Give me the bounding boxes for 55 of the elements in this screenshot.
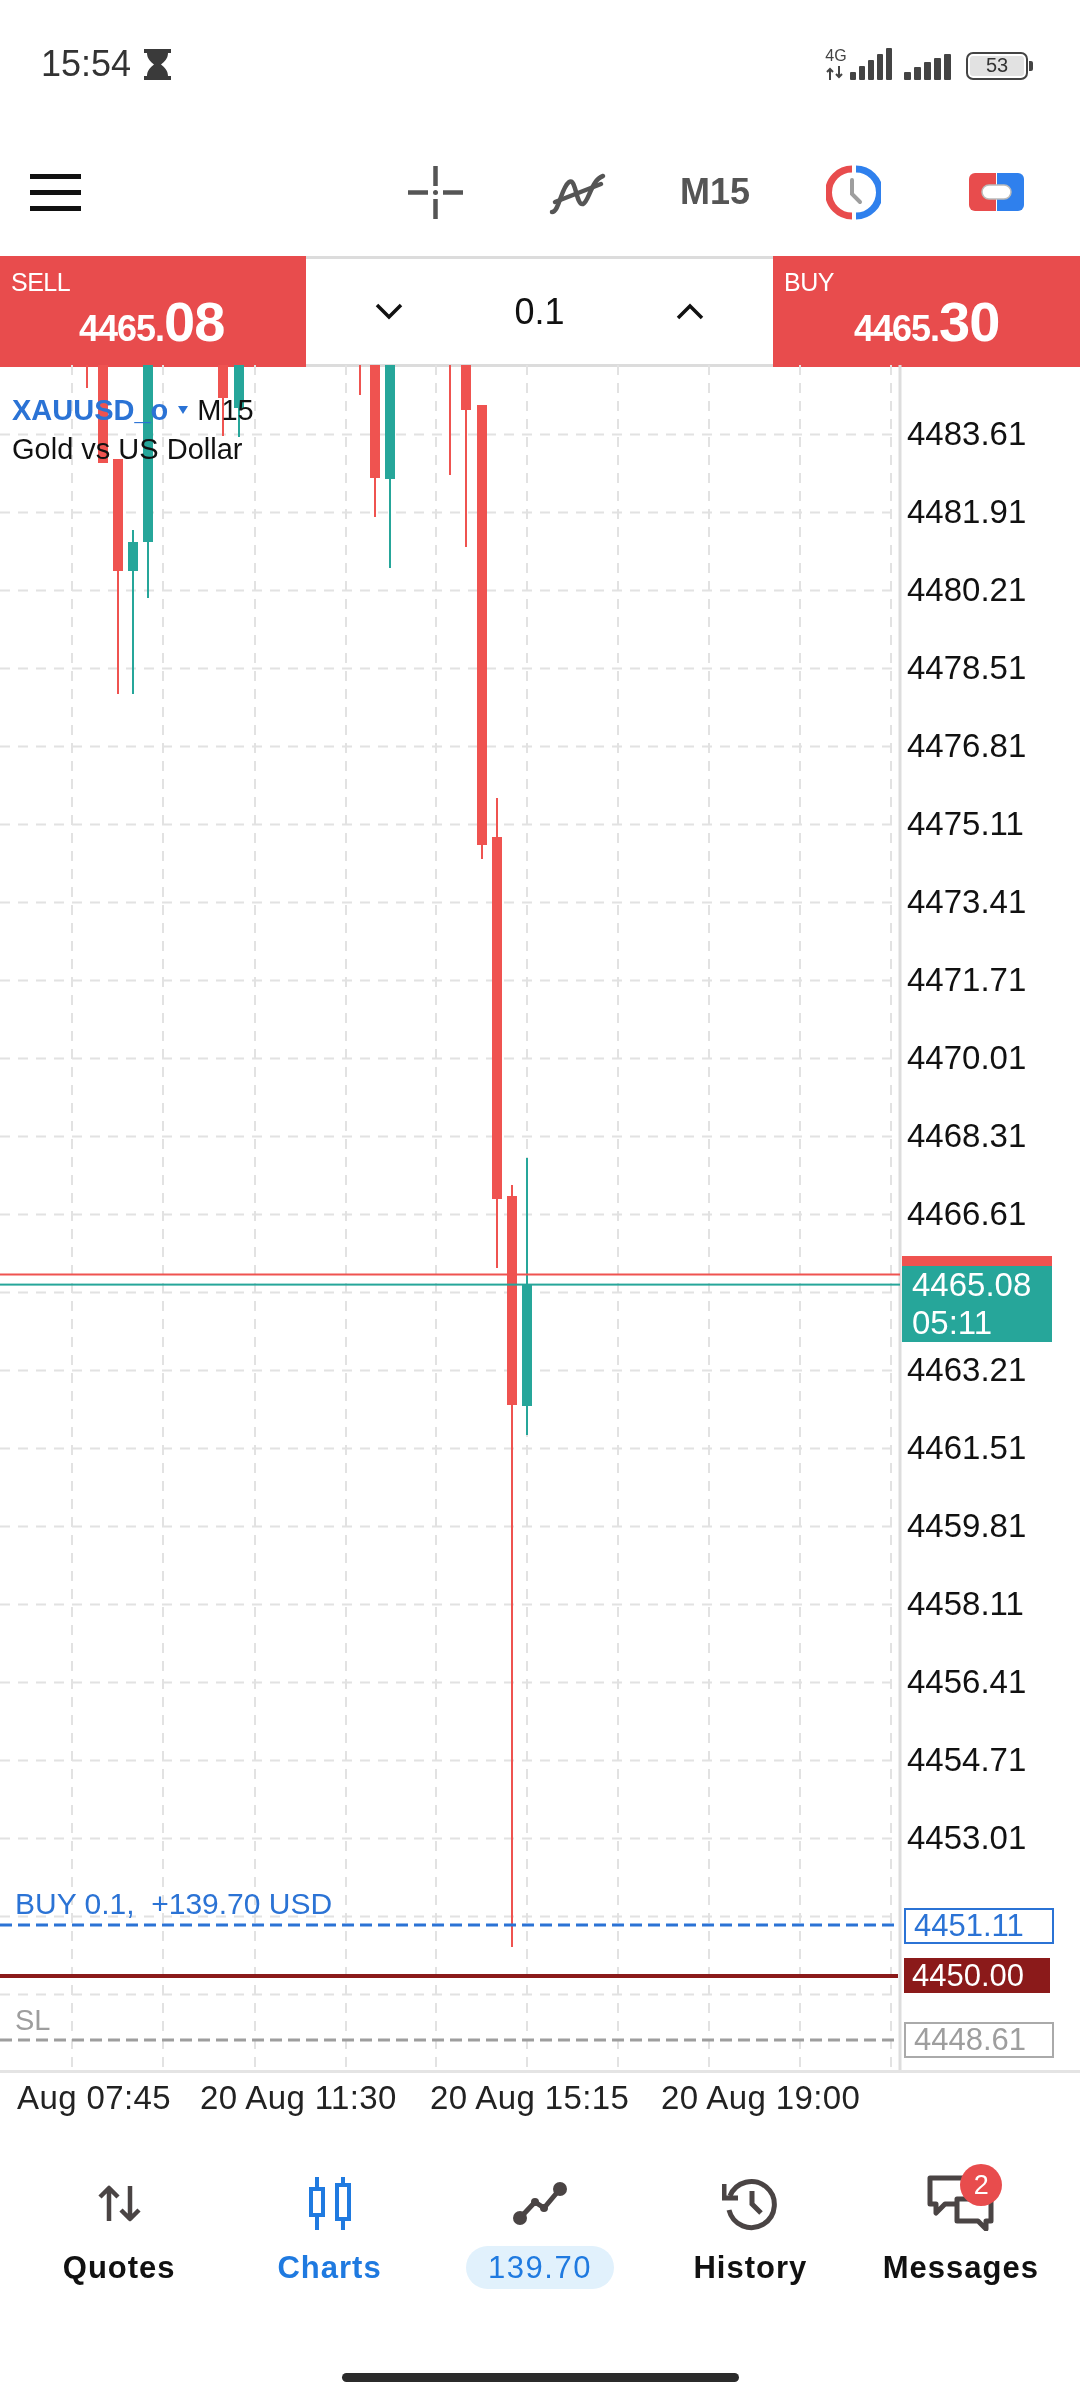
crosshair-icon[interactable] — [408, 165, 463, 219]
volume-field[interactable]: 0.1 — [514, 290, 565, 333]
caret-icon[interactable] — [178, 406, 189, 414]
price-axis-label: 4454.71 — [907, 1741, 1027, 1780]
nav-tab[interactable]: 2 Messages — [855, 2125, 1066, 2320]
time-axis-label: Aug 07:45 — [17, 2078, 172, 2118]
timeframe-button[interactable]: M15 — [680, 167, 751, 217]
current-price: 4465.08 — [912, 1266, 1033, 1304]
chevron-down-icon[interactable] — [375, 303, 403, 320]
nav-tab[interactable]: History — [645, 2125, 856, 2320]
time-axis-label: 20 Aug 11:30 — [200, 2078, 397, 2118]
position-label: BUY 0.1, +139.70 USD — [15, 1886, 333, 1922]
price-axis-label: 4461.51 — [907, 1429, 1027, 1468]
price-axis-label: 4473.41 — [907, 883, 1027, 922]
price-axis-label: 4483.61 — [907, 415, 1027, 454]
time-axis-label: 20 Aug 15:15 — [430, 2078, 630, 2118]
status-time: 15:54 — [41, 44, 132, 84]
chevron-up-icon[interactable] — [676, 303, 704, 320]
toggle-icon[interactable] — [969, 173, 1025, 211]
up-down-arrows-icon — [96, 2183, 142, 2223]
clock-icon[interactable] — [826, 164, 882, 220]
price-axis-label: 4470.01 — [907, 1039, 1027, 1078]
nav-tab[interactable]: 139.70 — [434, 2125, 646, 2320]
price-axis-label: 4471.71 — [907, 961, 1027, 1000]
menu-icon[interactable] — [30, 173, 81, 211]
signal-icon — [904, 54, 952, 80]
position-price-label: 4451.11 — [904, 1908, 1054, 1944]
price-axis-label: 4480.21 — [907, 571, 1027, 610]
price-axis-label: 4463.21 — [907, 1351, 1027, 1390]
price-axis-label: 4475.11 — [907, 805, 1024, 844]
price-axis-label: 4459.81 — [907, 1507, 1027, 1546]
price-axis-label: 4468.31 — [907, 1117, 1027, 1156]
candlestick-icon — [307, 2176, 352, 2230]
nav-tab[interactable]: Charts — [224, 2125, 435, 2320]
signal-icon — [850, 48, 892, 80]
nav-tab[interactable]: Quotes — [14, 2125, 225, 2320]
network-type: 4G — [825, 48, 847, 64]
price-axis-label: 4466.61 — [907, 1195, 1027, 1234]
buy-button[interactable]: BUY 4465.30 — [773, 256, 1080, 367]
bar-countdown: 05:11 — [912, 1304, 994, 1342]
price-axis-label: 4476.81 — [907, 727, 1027, 766]
hourglass-icon — [143, 48, 173, 80]
price-axis-label: 4481.91 — [907, 493, 1027, 532]
trend-line-icon — [513, 2181, 567, 2225]
stop-loss-price-label: 4448.61 — [904, 2022, 1054, 2058]
unread-count: 2 — [960, 2164, 1003, 2206]
price-axis-label: 4478.51 — [907, 649, 1027, 688]
time-axis-label: 20 Aug 19:00 — [661, 2078, 861, 2118]
price-level-label: 4450.00 — [904, 1958, 1050, 1993]
stop-loss-label: SL — [15, 2003, 51, 2038]
battery-level: 53 — [966, 52, 1028, 80]
sell-button[interactable]: SELL 4465.08 — [0, 256, 306, 367]
price-axis-label: 4458.11 — [907, 1585, 1024, 1624]
price-axis-label: 4456.41 — [907, 1663, 1027, 1702]
price-axis-label: 4453.01 — [907, 1819, 1027, 1858]
